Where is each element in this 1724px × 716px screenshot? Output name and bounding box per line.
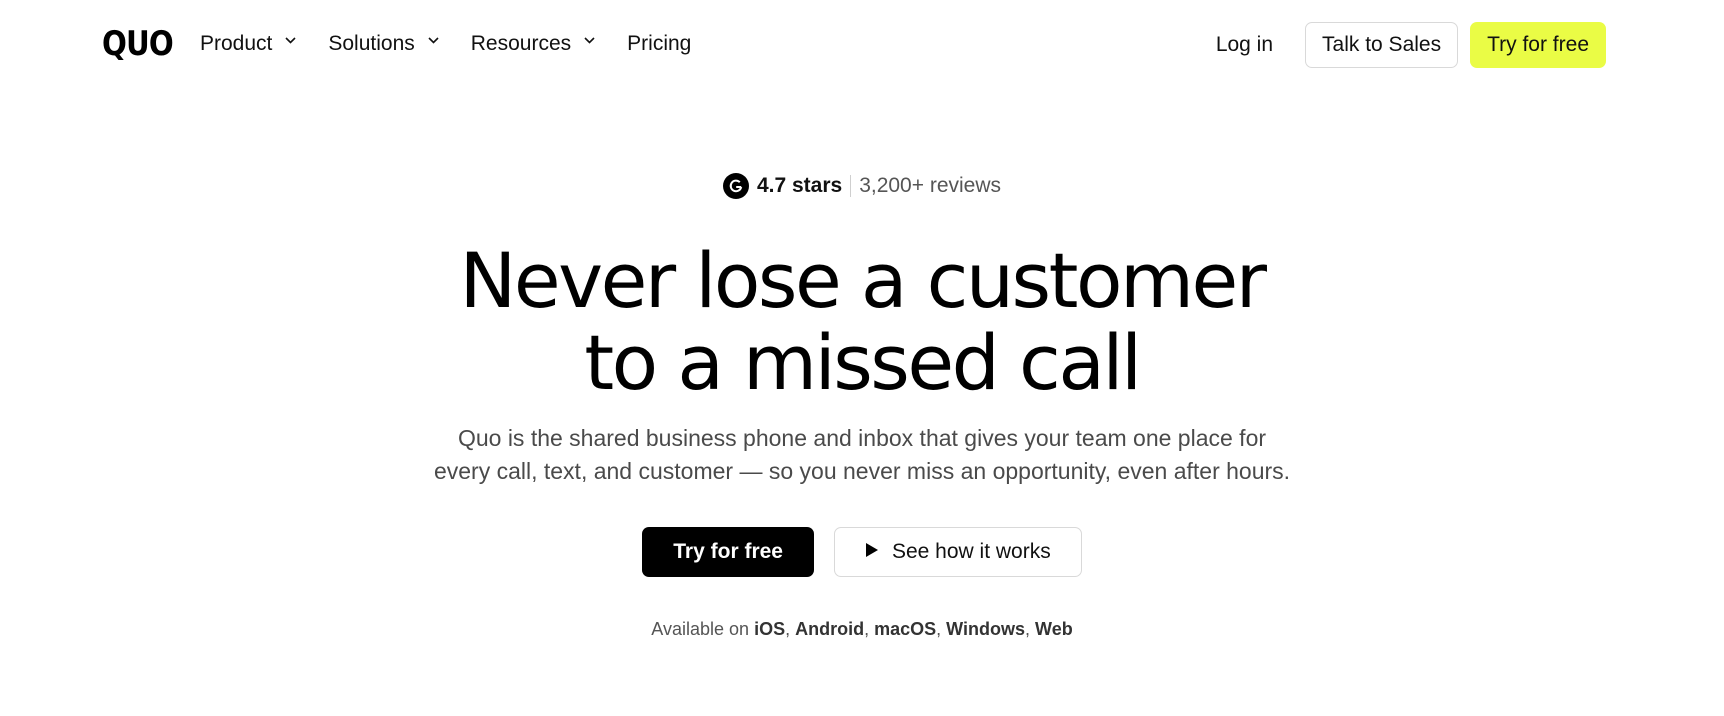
play-icon — [865, 540, 879, 564]
chevron-down-icon — [285, 37, 296, 47]
nav-item-resources[interactable]: Resources — [470, 32, 595, 56]
hero-headline: Never lose a customer to a missed call — [0, 240, 1724, 404]
platform-web: Web — [1035, 619, 1073, 639]
page: QUO Product Solutions Resources Pricing … — [0, 0, 1724, 716]
try-for-free-nav-button[interactable]: Try for free — [1470, 22, 1606, 68]
g2-logo-icon — [722, 173, 749, 199]
nav-actions: Log in Talk to Sales Try for free — [1216, 22, 1606, 68]
subhead-line-1: Quo is the shared business phone and inb… — [457, 425, 1267, 451]
rating-divider — [850, 175, 852, 197]
rating-row: 4.7 stars 3,200+ reviews — [0, 173, 1724, 199]
nav-item-solutions[interactable]: Solutions — [328, 32, 439, 56]
login-link[interactable]: Log in — [1216, 33, 1273, 57]
available-prefix: Available on — [651, 619, 750, 639]
chevron-down-icon — [584, 37, 595, 47]
headline-line-1: Never lose a customer — [459, 236, 1268, 325]
nav-links: Product Solutions Resources Pricing — [200, 32, 724, 56]
headline-line-2: to a missed call — [584, 318, 1142, 407]
nav-item-pricing[interactable]: Pricing — [627, 32, 691, 56]
platform-windows: Windows — [946, 619, 1026, 639]
hero-subheadline: Quo is the shared business phone and inb… — [0, 422, 1724, 488]
nav-item-label: Product — [200, 32, 273, 55]
chevron-down-icon — [428, 37, 439, 47]
quo-logo[interactable]: QUO — [102, 27, 174, 61]
try-for-free-button[interactable]: Try for free — [642, 527, 814, 577]
platform-macos: macOS — [874, 619, 937, 639]
subhead-line-2: every call, text, and customer — so you … — [433, 458, 1291, 484]
top-nav: QUO Product Solutions Resources Pricing … — [0, 0, 1724, 88]
nav-item-label: Resources — [470, 32, 572, 55]
nav-item-label: Solutions — [328, 32, 415, 55]
see-how-it-works-button[interactable]: See how it works — [833, 527, 1082, 577]
see-how-label: See how it works — [891, 540, 1051, 563]
nav-item-label: Pricing — [627, 32, 692, 55]
talk-to-sales-button[interactable]: Talk to Sales — [1305, 22, 1459, 68]
nav-item-product[interactable]: Product — [200, 32, 296, 56]
hero-cta-group: Try for free See how it works — [0, 527, 1724, 577]
available-platforms: Available on iOS, Android, macOS, Window… — [651, 619, 1073, 639]
rating-value: 4.7 stars — [756, 174, 843, 197]
platform-ios: iOS — [754, 619, 786, 639]
review-count: 3,200+ reviews — [859, 174, 1002, 197]
platform-android: Android — [795, 619, 865, 639]
